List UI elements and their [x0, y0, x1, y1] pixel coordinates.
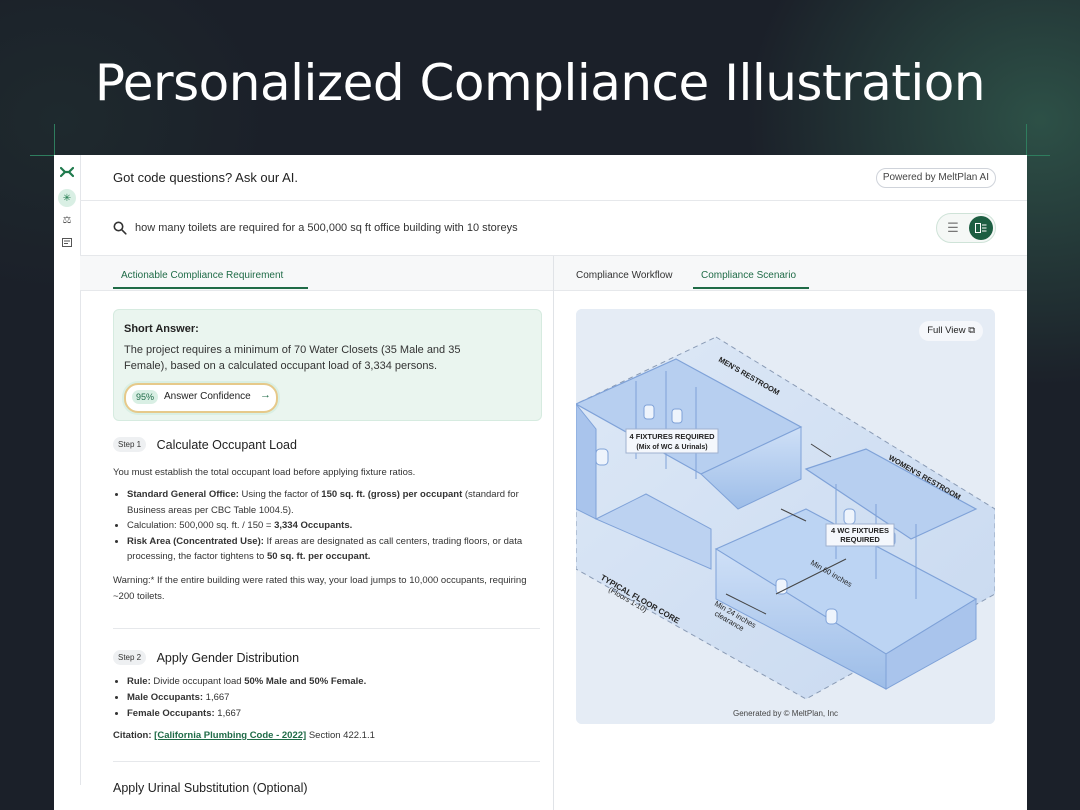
short-answer-body: The project requires a minimum of 70 Wat…: [124, 344, 461, 372]
restroom-illustration[interactable]: MEN'S RESTROOM WOMEN'S RESTROOM 4 FIXTUR…: [576, 309, 995, 724]
search-query[interactable]: how many toilets are required for a 500,…: [135, 222, 518, 234]
search-bar[interactable]: how many toilets are required for a 500,…: [80, 201, 1027, 256]
citation-link[interactable]: [California Plumbing Code - 2022]: [154, 730, 306, 741]
list-item: Male Occupants: 1,667: [127, 690, 553, 706]
step-1-intro: You must establish the total occupant lo…: [113, 467, 416, 478]
womens-fixtures-label: 4 WC FIXTURES: [831, 526, 889, 535]
tab-actionable-compliance[interactable]: Actionable Compliance Requirement: [113, 256, 308, 289]
short-answer-card: Short Answer: The project requires a min…: [113, 309, 542, 421]
step-1-list: Standard General Office: Using the facto…: [113, 487, 553, 565]
divider: [113, 628, 540, 629]
short-answer-title: Short Answer:: [124, 323, 199, 335]
step-1-header: Step 1 Calculate Occupant Load: [113, 436, 297, 454]
split-view-icon[interactable]: [969, 216, 993, 240]
hero-title: Personalized Compliance Illustration: [94, 54, 986, 112]
confidence-label: Answer Confidence: [164, 391, 251, 402]
arrow-right-icon: →: [260, 389, 271, 401]
icon-rail: ✳ ⚖: [54, 155, 81, 785]
step-1-badge: Step 1: [113, 437, 147, 453]
floor-core-drawing: MEN'S RESTROOM WOMEN'S RESTROOM 4 FIXTUR…: [576, 309, 995, 724]
app-title: Got code questions? Ask our AI.: [113, 170, 299, 185]
step-2-badge: Step 2: [113, 650, 147, 666]
list-item: Standard General Office: Using the facto…: [127, 487, 553, 518]
list-view-icon[interactable]: ☰: [945, 220, 961, 236]
step-1-title: Calculate Occupant Load: [156, 437, 297, 452]
mens-fixtures-label: 4 FIXTURES REQUIRED: [629, 432, 715, 441]
confidence-value: 95%: [132, 390, 159, 404]
step-2-title: Apply Gender Distribution: [156, 650, 300, 665]
tab-compliance-scenario[interactable]: Compliance Scenario: [693, 256, 809, 289]
answer-confidence-button[interactable]: 95% Answer Confidence →: [124, 383, 278, 413]
full-view-button[interactable]: Full View ⧉: [919, 321, 983, 341]
step-2-header: Step 2 Apply Gender Distribution: [113, 649, 299, 667]
list-item: Risk Area (Concentrated Use): If areas a…: [127, 534, 553, 565]
expand-icon: ⧉: [968, 325, 975, 336]
gavel-icon[interactable]: ⚖: [58, 211, 76, 229]
list-item: Rule: Divide occupant load 50% Male and …: [127, 674, 553, 690]
app-window: ✳ ⚖ Got code questions? Ask our AI. Powe…: [54, 155, 1027, 810]
list-item: Female Occupants: 1,667: [127, 706, 553, 722]
app-header: Got code questions? Ask our AI. Powered …: [80, 155, 1027, 201]
compliance-scenario-panel: MEN'S RESTROOM WOMEN'S RESTROOM 4 FIXTUR…: [554, 291, 1027, 810]
list-item: Calculation: 500,000 sq. ft. / 150 = 3,3…: [127, 518, 553, 534]
sparkle-icon[interactable]: ✳: [58, 189, 76, 207]
mens-fixtures-sub: (Mix of WC & Urinals): [636, 444, 707, 451]
search-icon: [113, 221, 127, 235]
view-toggle[interactable]: ☰: [936, 213, 996, 243]
womens-fixtures-sub: REQUIRED: [840, 535, 880, 544]
divider: [113, 761, 540, 762]
step-3-title: Apply Urinal Substitution (Optional): [113, 781, 308, 795]
powered-by-badge: Powered by MeltPlan AI: [875, 168, 996, 188]
tab-compliance-workflow[interactable]: Compliance Workflow: [576, 256, 673, 289]
citation: Citation: [California Plumbing Code - 20…: [113, 730, 375, 741]
generated-by-caption: Generated by © MeltPlan, Inc: [732, 709, 839, 718]
compliance-requirement-panel: Short Answer: The project requires a min…: [80, 291, 553, 810]
step-2-list: Rule: Divide occupant load 50% Male and …: [113, 674, 553, 722]
document-icon[interactable]: [58, 233, 76, 251]
step-1-warning: Warning:* If the entire building were ra…: [113, 575, 527, 602]
logo-icon[interactable]: [59, 165, 75, 181]
